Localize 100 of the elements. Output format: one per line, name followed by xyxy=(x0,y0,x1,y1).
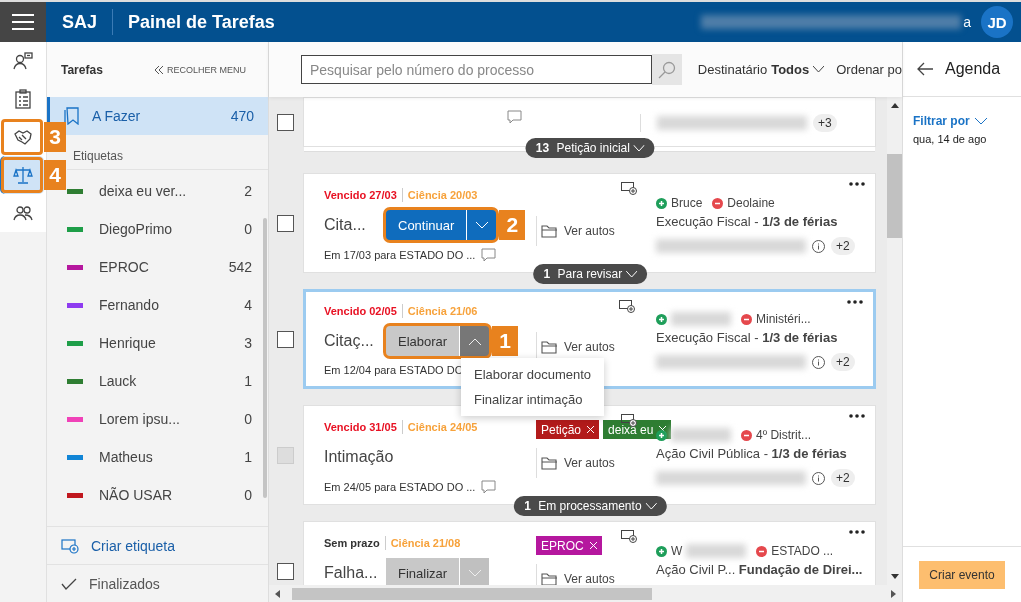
page-title: Painel de Tarefas xyxy=(128,11,275,33)
action-button[interactable]: Elaborar xyxy=(386,326,460,356)
search-icon xyxy=(658,60,677,79)
sort-button[interactable]: Ordenar po xyxy=(836,62,902,77)
checkbox[interactable] xyxy=(277,330,294,348)
view-records-link[interactable]: Ver autos xyxy=(536,216,640,246)
notice-date: Ciência 24/05 xyxy=(407,421,478,433)
create-event-button[interactable]: Criar evento xyxy=(919,560,1005,589)
check-icon xyxy=(61,577,77,590)
more-options-icon[interactable] xyxy=(847,300,863,304)
back-arrow-icon[interactable] xyxy=(917,62,933,76)
deadline-label: Vencido 31/05 xyxy=(324,421,397,433)
task-card[interactable]: Sem prazo Ciência 21/08 Falha... Finalizar EPROC Ver autos W ESTADO ... Ação Civil P... Fundação de Direi... xyxy=(303,521,876,585)
label-item[interactable]: DiegoPrimo 0 xyxy=(67,210,262,248)
create-label-button[interactable]: Criar etiqueta xyxy=(47,526,268,564)
menu-item[interactable]: Elaborar documento xyxy=(461,362,605,387)
more-options-icon[interactable] xyxy=(849,530,865,534)
nav-rail-item[interactable] xyxy=(0,156,44,194)
folder-icon xyxy=(541,224,558,238)
minus-circle-icon xyxy=(741,429,752,441)
nav-rail-item[interactable] xyxy=(0,118,44,156)
plus-circle-icon xyxy=(656,197,667,209)
label-item[interactable]: deixa eu ver... 2 xyxy=(67,172,262,210)
checkbox[interactable] xyxy=(277,113,294,131)
blurred-text xyxy=(671,312,731,326)
more-count-badge: +2 xyxy=(831,469,855,487)
blurred-text xyxy=(686,544,747,558)
tag[interactable]: EPROC xyxy=(536,536,602,555)
label-item[interactable]: Fernando 4 xyxy=(67,286,262,324)
recipient-filter[interactable]: Destinatário Todos xyxy=(697,62,825,77)
add-screen-icon[interactable] xyxy=(619,300,635,313)
label-item[interactable]: Matheus 1 xyxy=(67,438,262,476)
info-icon xyxy=(812,355,825,369)
notice-date: Ciência 20/03 xyxy=(407,189,478,201)
add-screen-icon[interactable] xyxy=(621,182,637,195)
task-title: Citaç... xyxy=(324,332,375,350)
label-item[interactable]: NÃO USAR 0 xyxy=(67,476,262,514)
finished-item[interactable]: Finalizados xyxy=(47,564,268,602)
chevron-up-icon xyxy=(468,337,481,345)
double-chevron-icon xyxy=(155,65,164,74)
user-avatar[interactable]: JD xyxy=(981,6,1013,38)
plus-circle-icon xyxy=(656,545,667,557)
plus-circle-icon xyxy=(656,313,667,325)
party-name: Deolaine xyxy=(727,196,775,210)
party-name: ESTADO ... xyxy=(771,544,834,558)
party-name: Ministéri... xyxy=(756,312,811,326)
step-number: 3 xyxy=(44,122,66,152)
minus-circle-icon xyxy=(756,545,768,557)
folder-icon xyxy=(541,456,558,470)
more-count-badge: +2 xyxy=(831,353,855,371)
plus-circle-icon xyxy=(656,429,667,441)
scroll-down-icon[interactable] xyxy=(890,574,899,579)
comment-icon xyxy=(507,110,522,124)
group-expand-pill[interactable]: 1 Para revisar xyxy=(533,264,648,284)
case-class: Ação Civil P... Fundação de Direi... xyxy=(656,562,861,577)
label-item[interactable]: Henrique 3 xyxy=(67,324,262,362)
filter-dropdown[interactable]: Filtrar por xyxy=(913,114,1021,128)
minus-circle-icon xyxy=(712,197,724,209)
more-options-icon[interactable] xyxy=(849,182,865,186)
date-label: qua, 14 de ago xyxy=(913,133,988,145)
close-icon[interactable] xyxy=(589,542,597,549)
scroll-up-icon[interactable] xyxy=(890,103,899,108)
action-button[interactable]: Finalizar xyxy=(386,558,460,585)
section-title: Tarefas xyxy=(61,62,103,77)
chevron-down-icon xyxy=(626,270,638,278)
add-screen-icon[interactable] xyxy=(621,530,637,543)
checkbox[interactable] xyxy=(277,562,294,580)
deadline-label: Vencido 27/03 xyxy=(324,189,397,201)
scroll-left-icon[interactable] xyxy=(275,589,280,598)
search-field[interactable]: Pesquisar pelo número do processo xyxy=(301,55,653,84)
step-number: 4 xyxy=(44,160,66,190)
label-item[interactable]: Lorem ipsu... 0 xyxy=(67,400,262,438)
dropdown-toggle[interactable] xyxy=(459,326,490,356)
group-expand-pill[interactable]: 13 Petição inicial xyxy=(525,138,655,158)
case-class: Execução Fiscal - 1/3 de férias xyxy=(656,330,839,345)
notice-date: Ciência 21/08 xyxy=(390,537,461,549)
horizontal-scrollbar[interactable] xyxy=(269,585,902,602)
dropdown-toggle[interactable] xyxy=(466,210,497,240)
panel-title: Agenda xyxy=(945,60,1001,78)
menu-button[interactable] xyxy=(0,2,46,42)
scrollbar[interactable] xyxy=(887,97,902,585)
case-class: Ação Civil Pública - 1/3 de férias xyxy=(656,446,848,461)
action-button[interactable]: Continuar xyxy=(386,210,467,240)
task-title: Falha... xyxy=(324,564,379,582)
info-icon xyxy=(812,471,825,485)
chevron-down-icon xyxy=(974,117,987,125)
blurred-text xyxy=(671,428,731,442)
label-item[interactable]: EPROC 542 xyxy=(67,248,262,286)
checkbox[interactable] xyxy=(277,214,294,232)
dropdown-toggle[interactable] xyxy=(459,558,490,585)
scroll-right-icon[interactable] xyxy=(891,589,896,598)
label-item[interactable]: Lauck 1 xyxy=(67,362,262,400)
task-title: Cita... xyxy=(324,216,367,234)
scrollbar-thumb[interactable] xyxy=(887,154,902,238)
view-records-link[interactable]: Ver autos xyxy=(536,332,640,362)
step-number: 2 xyxy=(499,210,526,240)
party-name: W xyxy=(671,544,683,558)
collapse-menu-link[interactable]: RECOLHER MENU xyxy=(155,64,246,75)
minus-circle-icon xyxy=(741,313,752,325)
step-number: 1 xyxy=(492,326,519,356)
